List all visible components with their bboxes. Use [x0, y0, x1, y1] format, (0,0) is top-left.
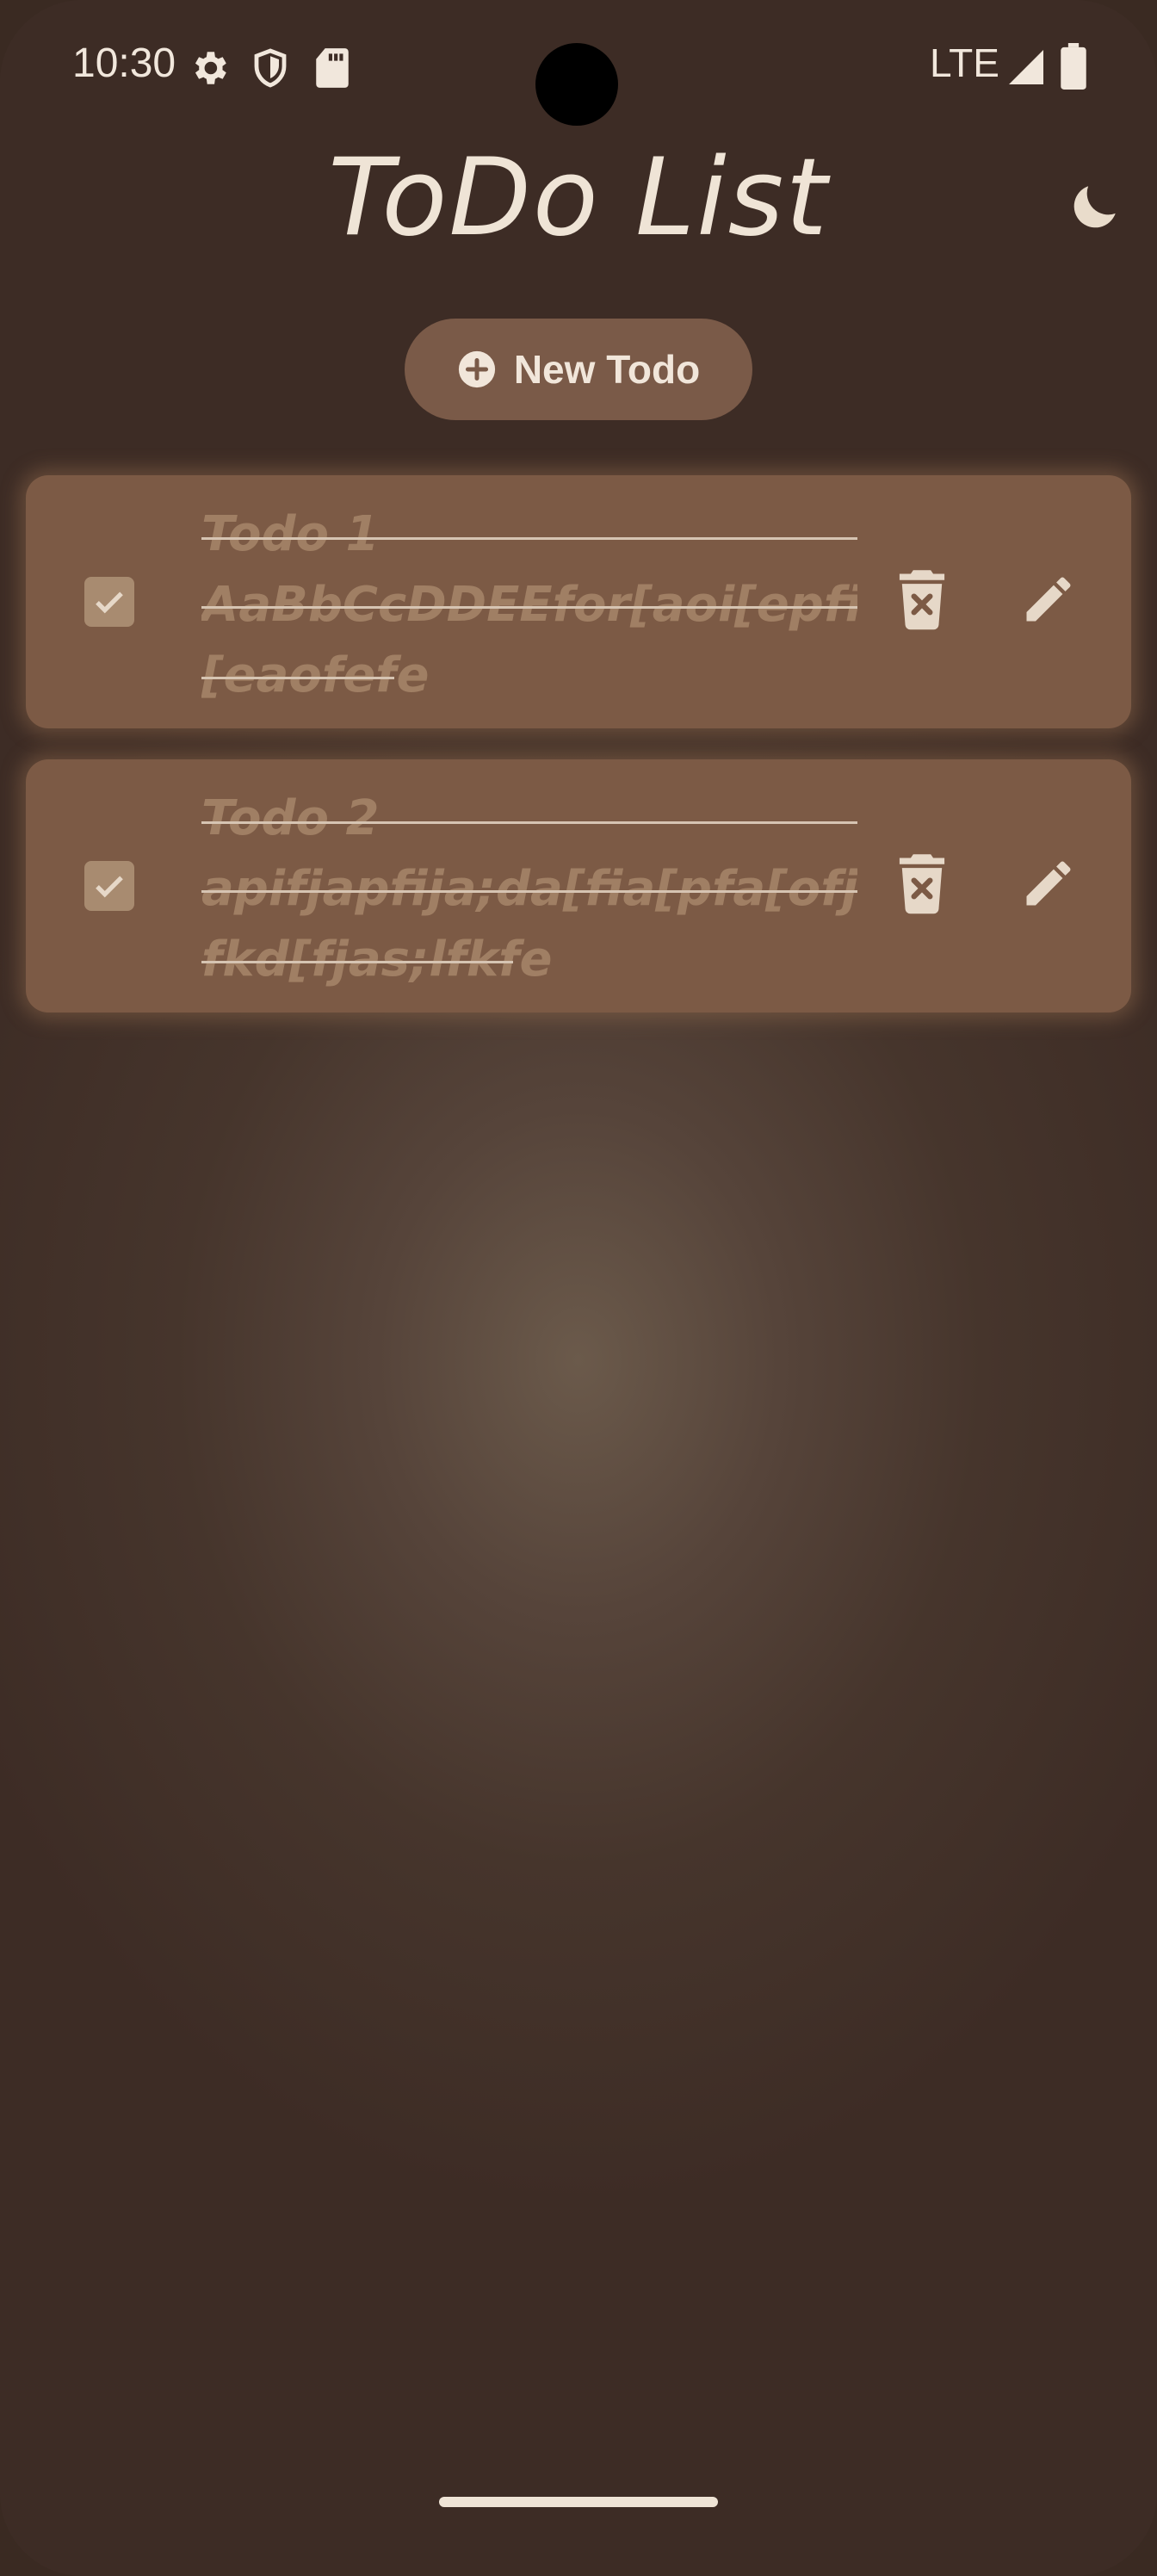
todo-card: Todo 2 apifjapfija;da[fia[pfa[ofjdl; fkd…	[26, 759, 1131, 1012]
network-type: LTE	[930, 40, 999, 85]
todo-text-line: [eaofefe	[201, 641, 857, 711]
todo-text-line: AaBbCcDDEEfor[aoi[epfi	[201, 570, 857, 641]
moon-icon[interactable]	[1066, 179, 1123, 236]
signal-icon	[1009, 50, 1043, 84]
battery-icon	[1061, 43, 1086, 90]
todo-checkbox[interactable]	[84, 577, 134, 627]
shield-icon	[254, 48, 287, 88]
status-time: 10:30	[72, 40, 176, 86]
todo-content[interactable]: Todo 1 AaBbCcDDEEfor[aoi[epfi [eaofefe	[201, 499, 857, 715]
edit-icon[interactable]	[1019, 854, 1078, 913]
todo-text-line: apifjapfija;da[fia[pfa[ofjdl;	[201, 854, 857, 925]
todo-title: Todo 2	[201, 783, 857, 854]
todo-content[interactable]: Todo 2 apifjapfija;da[fia[pfa[ofjdl; fkd…	[201, 783, 857, 999]
settings-icon	[195, 52, 226, 84]
gesture-nav-bar[interactable]	[439, 2497, 718, 2507]
todo-card: Todo 1 AaBbCcDDEEfor[aoi[epfi [eaofefe	[26, 475, 1131, 728]
camera-cutout	[535, 43, 618, 126]
sd-card-icon	[316, 48, 349, 88]
delete-icon[interactable]	[897, 570, 947, 630]
status-bar: 10:30 LTE	[0, 0, 1157, 138]
new-todo-label: New Todo	[513, 347, 701, 392]
plus-circle-icon	[458, 350, 495, 388]
page-title: ToDo List	[328, 136, 829, 260]
todo-text-line: fkd[fjas;lfkfe	[201, 925, 857, 995]
edit-icon[interactable]	[1019, 570, 1078, 629]
delete-icon[interactable]	[897, 854, 947, 914]
new-todo-button[interactable]: New Todo	[405, 319, 752, 420]
app-screen: 10:30 LTE ToDo List New Todo Todo 1 AaBb…	[0, 0, 1157, 2576]
todo-title: Todo 1	[201, 499, 857, 570]
checkmark-icon	[96, 591, 123, 614]
checkmark-icon	[96, 876, 123, 898]
todo-checkbox[interactable]	[84, 861, 134, 911]
